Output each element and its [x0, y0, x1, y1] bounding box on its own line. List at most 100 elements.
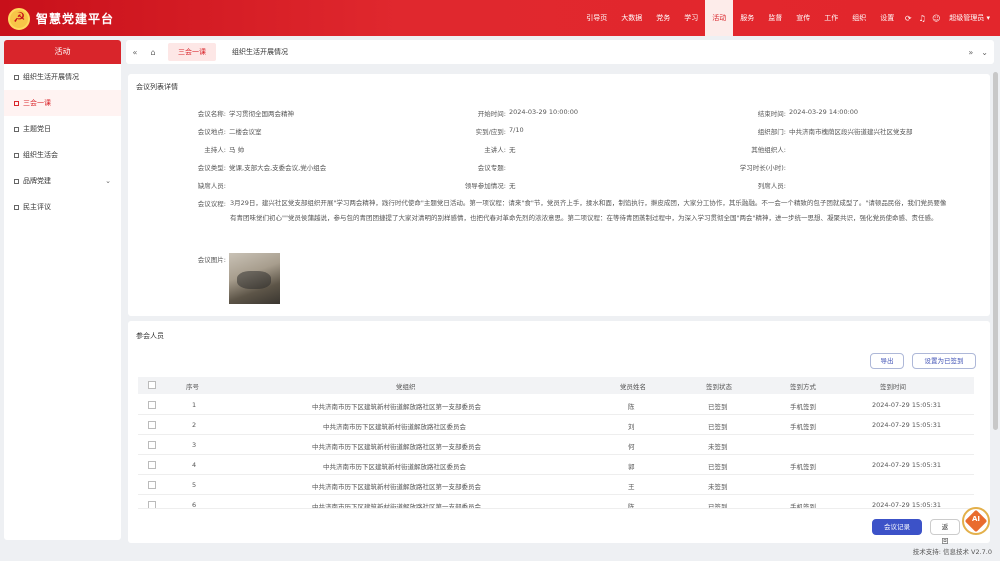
study-hours-label: 学习时长(小时):	[739, 164, 786, 172]
agenda-text: 3月29日，建兴社区党支部组织开展"学习两会精神，践行时代使命"主题党日活动。第…	[230, 199, 947, 222]
nav-organization[interactable]: 组织	[845, 0, 873, 36]
tab-three-meetings[interactable]: 三会一课	[168, 43, 216, 61]
square-icon	[14, 126, 19, 132]
table-header: 序号 党组织 党员姓名 签到状态 签到方式 签到时间	[138, 377, 974, 394]
cell-no: 6	[192, 501, 197, 509]
nav-publicity[interactable]: 宣传	[789, 0, 817, 36]
place-label: 会议地点:	[197, 128, 226, 136]
topic-label: 会议专题:	[477, 164, 506, 172]
row-checkbox[interactable]	[148, 401, 156, 409]
absent-label: 缺席人员:	[197, 182, 226, 190]
ai-label: AI	[971, 515, 981, 523]
cell-no: 4	[192, 461, 197, 469]
sidebar-item-label: 组织生活开展情况	[23, 73, 79, 81]
double-chevron-left-icon[interactable]: «	[126, 48, 144, 57]
tab-org-life-status[interactable]: 组织生活开展情况	[222, 43, 298, 61]
chevron-down-icon[interactable]: ⌄	[981, 48, 988, 57]
bell-icon[interactable]: ♫	[915, 14, 929, 23]
sidebar-item-org-life-status[interactable]: 组织生活开展情况	[4, 64, 121, 90]
cell-org: 中共济南市历下区建筑新村街道解放路社区第一支部委员会	[312, 403, 481, 411]
cell-org: 中共济南市历下区建筑新村街道解放路社区委员会	[323, 423, 466, 431]
sidebar-item-label: 主题党日	[23, 125, 51, 133]
nav-party-affairs[interactable]: 党务	[649, 0, 677, 36]
party-emblem-icon	[8, 8, 30, 30]
cell-status: 未签到	[708, 483, 728, 491]
sidebar-item-brand-party[interactable]: 品牌党建 ⌄	[4, 168, 121, 194]
square-icon	[14, 74, 19, 80]
row-checkbox[interactable]	[148, 501, 156, 508]
start-time-value: 2024-03-29 10:00:00	[509, 108, 579, 116]
row-checkbox[interactable]	[148, 441, 156, 449]
sidebar-item-theme-day[interactable]: 主题党日	[4, 116, 121, 142]
sidebar-item-three-meetings[interactable]: 三会一课	[4, 90, 121, 116]
leader-value: 无	[509, 182, 516, 190]
nav-study[interactable]: 学习	[677, 0, 705, 36]
nav-activity[interactable]: 活动	[705, 0, 734, 36]
square-icon	[14, 100, 19, 106]
photo-label: 会议图片:	[197, 256, 226, 264]
nav-work[interactable]: 工作	[817, 0, 845, 36]
col-no: 序号	[186, 383, 199, 391]
export-button[interactable]: 导出	[870, 353, 904, 369]
cell-name: 郭	[628, 463, 635, 471]
table-row: 6 中共济南市历下区建筑新村街道解放路社区第一支部委员会 陈 已签到 手机签到 …	[138, 495, 974, 509]
cell-method: 手机签到	[790, 423, 816, 431]
top-nav: 引导页 大数据 党务 学习 活动 服务 监督 宣传 工作 组织 设置 ⟳ ♫ ☺…	[579, 0, 1000, 36]
row-checkbox[interactable]	[148, 481, 156, 489]
sidebar-item-label: 品牌党建	[23, 177, 51, 185]
vertical-scrollbar[interactable]	[993, 72, 998, 430]
cell-status: 未签到	[708, 443, 728, 451]
sidebar-item-label: 民主评议	[23, 203, 51, 211]
meeting-detail-card: 会议列表详情 会议名称: 学习贯彻全国两会精神 开始时间: 2024-03-29…	[128, 74, 990, 316]
type-label: 会议类型:	[197, 164, 226, 172]
home-icon[interactable]: ⌂	[144, 48, 162, 57]
meeting-name-value: 学习贯彻全国两会精神	[229, 110, 294, 118]
start-time-label: 开始时间:	[477, 110, 506, 118]
nav-settings[interactable]: 设置	[873, 0, 901, 36]
sidebar-item-org-life-meeting[interactable]: 组织生活会	[4, 142, 121, 168]
refresh-icon[interactable]: ⟳	[901, 14, 915, 23]
meeting-record-button[interactable]: 会议记录	[872, 519, 922, 535]
row-checkbox[interactable]	[148, 461, 156, 469]
nav-supervise[interactable]: 监督	[761, 0, 789, 36]
col-org: 党组织	[396, 383, 416, 391]
sidebar: 活动 组织生活开展情况 三会一课 主题党日 组织生活会 品牌党建 ⌄ 民主评议	[4, 40, 121, 540]
cell-method: 手机签到	[790, 463, 816, 471]
back-button[interactable]: 返回	[930, 519, 960, 545]
participants-card: 参会人员 导出 设置为已签到 序号 党组织 党员姓名 签到状态 签到方式 签到时…	[128, 321, 990, 545]
cell-time: 2024-07-29 15:05:31	[872, 421, 942, 429]
org-label: 组织部门:	[757, 128, 786, 136]
cell-status: 已签到	[708, 423, 728, 431]
user-menu[interactable]: 超级管理员 ▾	[943, 13, 1000, 23]
speaker-label: 主讲人:	[484, 146, 506, 154]
cell-time: 2024-07-29 15:05:31	[872, 501, 942, 509]
footer-tech-support: 技术支持: 信息技术 V2.7.0	[912, 548, 992, 556]
double-chevron-right-icon[interactable]: »	[968, 48, 973, 57]
user-avatar-icon[interactable]: ☺	[929, 14, 943, 23]
sidebar-item-democratic-review[interactable]: 民主评议	[4, 194, 121, 220]
col-method: 签到方式	[790, 383, 816, 391]
mark-signed-button[interactable]: 设置为已签到	[912, 353, 976, 369]
detail-title: 会议列表详情	[136, 83, 178, 91]
attendance-label: 实到/应到:	[475, 128, 506, 136]
meeting-photo[interactable]	[229, 253, 280, 304]
meeting-name-label: 会议名称:	[197, 110, 226, 118]
nav-bigdata[interactable]: 大数据	[614, 0, 649, 36]
cell-status: 已签到	[708, 403, 728, 411]
user-name: 超级管理员	[949, 14, 985, 22]
row-checkbox[interactable]	[148, 421, 156, 429]
cell-method: 手机签到	[790, 403, 816, 411]
app-title: 智慧党建平台	[36, 12, 115, 26]
select-all-checkbox[interactable]	[148, 381, 156, 389]
ai-assistant-button[interactable]: AI	[962, 507, 990, 535]
observer-label: 列席人员:	[757, 182, 786, 190]
cell-no: 5	[192, 481, 197, 489]
table-row: 5 中共济南市历下区建筑新村街道解放路社区第一支部委员会 王 未签到	[138, 475, 974, 495]
square-icon	[14, 178, 19, 184]
nav-service[interactable]: 服务	[733, 0, 761, 36]
nav-guide[interactable]: 引导页	[579, 0, 614, 36]
other-organizer-label: 其他组织人:	[751, 146, 786, 154]
sidebar-title: 活动	[4, 40, 121, 64]
agenda-label: 会议议程:	[197, 200, 226, 208]
attendance-value: 7/10	[509, 126, 524, 134]
